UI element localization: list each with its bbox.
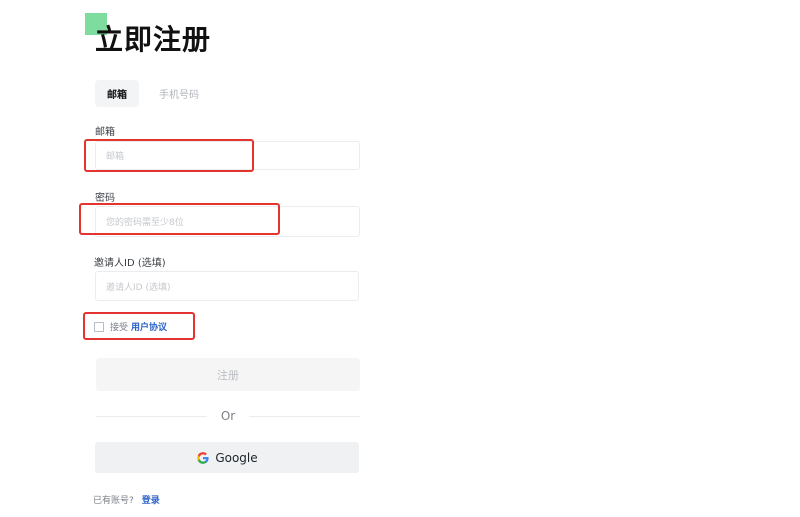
- agreement-row: 接受 用户协议: [94, 320, 167, 333]
- google-label: Google: [215, 450, 258, 465]
- tab-email[interactable]: 邮箱: [95, 80, 139, 107]
- register-page: 立即注册 邮箱 手机号码 邮箱 邮箱 密码 您的密码需至少8位 邀请人ID (选…: [0, 0, 800, 517]
- tab-phone[interactable]: 手机号码: [147, 80, 211, 107]
- divider-line-right: [249, 415, 361, 417]
- divider-line-left: [96, 415, 207, 417]
- google-icon: [197, 451, 209, 464]
- have-account-text: 已有账号?: [93, 496, 134, 506]
- password-label: 密码: [95, 193, 115, 204]
- register-button[interactable]: 注册: [96, 358, 360, 391]
- email-placeholder: 邮箱: [106, 152, 125, 162]
- password-field[interactable]: 您的密码需至少8位: [95, 206, 360, 237]
- register-method-tabs: 邮箱 手机号码: [95, 80, 211, 107]
- login-row: 已有账号? 登录: [93, 493, 160, 506]
- or-text: Or: [220, 409, 236, 423]
- referral-label: 邀请人ID (选填): [94, 258, 166, 269]
- email-label: 邮箱: [95, 127, 115, 138]
- login-link[interactable]: 登录: [142, 493, 160, 506]
- referral-id-field[interactable]: 邀请人ID (选填): [95, 271, 359, 301]
- agreement-checkbox[interactable]: [94, 321, 104, 332]
- agreement-text: 接受: [110, 323, 129, 333]
- or-divider: Or: [96, 408, 361, 424]
- page-title: 立即注册: [95, 23, 212, 56]
- email-field[interactable]: 邮箱: [95, 141, 360, 170]
- google-signin-button[interactable]: Google: [95, 442, 359, 473]
- password-placeholder: 您的密码需至少8位: [106, 218, 184, 228]
- user-agreement-link[interactable]: 用户协议: [131, 320, 167, 333]
- referral-placeholder: 邀请人ID (选填): [106, 282, 171, 293]
